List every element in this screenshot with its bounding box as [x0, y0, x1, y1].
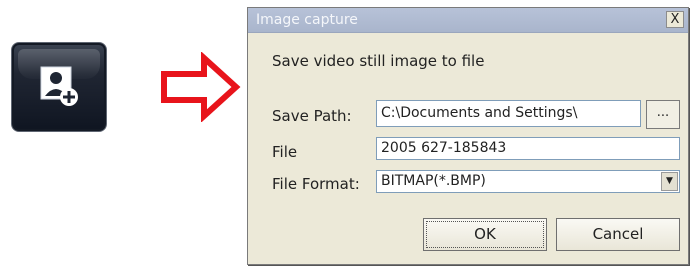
close-button[interactable]: X: [666, 11, 684, 28]
file-format-select[interactable]: BITMAP(*.BMP) ▼: [376, 170, 680, 193]
browse-button[interactable]: ...: [646, 100, 680, 129]
snapshot-person-plus-icon: [40, 66, 78, 106]
cancel-button[interactable]: Cancel: [556, 218, 680, 251]
image-capture-dialog: Image capture X Save video still image t…: [247, 7, 689, 265]
file-label: File: [272, 143, 298, 161]
chevron-down-icon[interactable]: ▼: [661, 172, 678, 191]
right-arrow-icon: [161, 52, 241, 122]
file-format-label: File Format:: [272, 175, 360, 193]
save-path-label: Save Path:: [272, 107, 352, 125]
file-name-input[interactable]: 2005 627-185843: [376, 137, 680, 160]
file-format-value: BITMAP(*.BMP): [381, 173, 486, 189]
dialog-titlebar: Image capture X: [248, 8, 688, 33]
save-path-field[interactable]: C:\Documents and Settings\: [376, 100, 641, 127]
dialog-description: Save video still image to file: [272, 52, 485, 70]
close-icon: X: [670, 12, 680, 27]
dialog-title: Image capture: [256, 12, 358, 28]
snapshot-button[interactable]: [11, 42, 107, 132]
ok-button[interactable]: OK: [423, 218, 547, 251]
